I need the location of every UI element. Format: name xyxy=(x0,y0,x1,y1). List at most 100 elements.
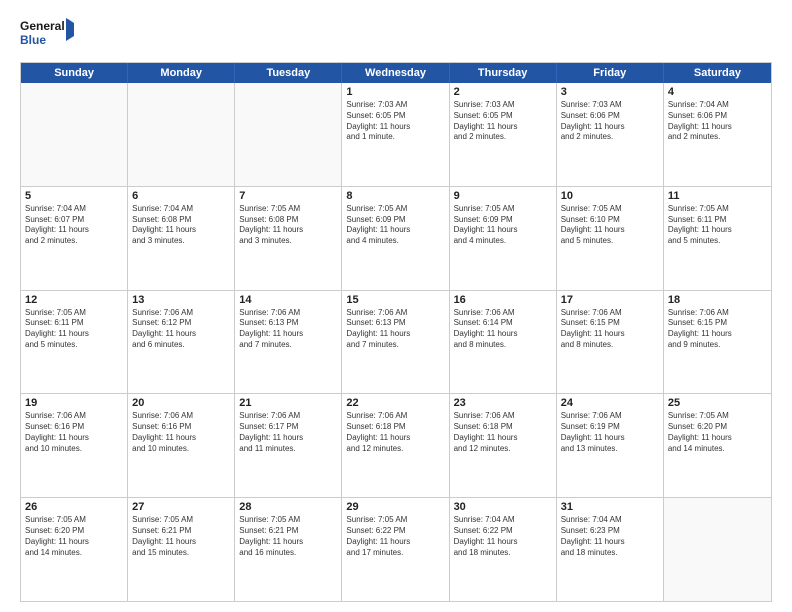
day-cell-20: 20 Sunrise: 7:06 AMSunset: 6:16 PMDayligh… xyxy=(128,394,235,497)
day-cell-28: 28Sunrise: 7:05 AMSunset: 6:21 PMDayligh… xyxy=(235,498,342,601)
cell-info-line: Sunset: 6:19 PM xyxy=(561,422,659,433)
cell-info-line: Sunrise: 7:06 AM xyxy=(668,308,767,319)
cell-info-line: Sunset: 6:22 PM xyxy=(346,526,444,537)
cell-info-line: Sunrise: 7:06 AM xyxy=(454,411,552,422)
day-number: 7 xyxy=(239,190,337,202)
cell-info-line: Sunset: 6:06 PM xyxy=(668,111,767,122)
cell-info-line: Sunset: 6:17 PM xyxy=(239,422,337,433)
cell-info-line: Sunset: 6:15 PM xyxy=(668,318,767,329)
day-number: 4 xyxy=(668,86,767,98)
day-cell-6: 6Sunrise: 7:04 AMSunset: 6:08 PMDaylight… xyxy=(128,187,235,290)
cell-info-line: Daylight: 11 hours xyxy=(346,433,444,444)
cell-info-line: Daylight: 11 hours xyxy=(346,122,444,133)
cell-info-line: Daylight: 11 hours xyxy=(132,225,230,236)
day-number: 19 xyxy=(25,397,123,409)
calendar-week-2: 5Sunrise: 7:04 AMSunset: 6:07 PMDaylight… xyxy=(21,187,771,291)
cell-info-line: Sunset: 6:07 PM xyxy=(25,215,123,226)
cell-info-line: and 8 minutes. xyxy=(561,340,659,351)
day-number: 11 xyxy=(668,190,767,202)
day-cell-10: 10Sunrise: 7:05 AMSunset: 6:10 PMDayligh… xyxy=(557,187,664,290)
cell-info-line: Sunrise: 7:05 AM xyxy=(25,308,123,319)
day-cell-18: 18Sunrise: 7:06 AMSunset: 6:15 PMDayligh… xyxy=(664,291,771,394)
day-cell-7: 7 Sunrise: 7:05 AMSunset: 6:08 PMDaylight… xyxy=(235,187,342,290)
day-cell-25: 25Sunrise: 7:05 AMSunset: 6:20 PMDayligh… xyxy=(664,394,771,497)
day-number: 13 xyxy=(132,294,230,306)
cell-info-line: Sunset: 6:14 PM xyxy=(454,318,552,329)
cell-info-line: Daylight: 11 hours xyxy=(454,537,552,548)
cell-info-line: and 10 minutes. xyxy=(132,444,230,455)
empty-cell xyxy=(21,83,128,186)
cell-info-line: and 7 minutes. xyxy=(346,340,444,351)
day-number: 17 xyxy=(561,294,659,306)
cell-info-line: Sunrise: 7:04 AM xyxy=(561,515,659,526)
cell-info-line: Daylight: 11 hours xyxy=(25,329,123,340)
cell-info-line: Sunrise: 7:05 AM xyxy=(668,411,767,422)
cell-info-line: Sunset: 6:22 PM xyxy=(454,526,552,537)
calendar-week-4: 19Sunrise: 7:06 AMSunset: 6:16 PMDayligh… xyxy=(21,394,771,498)
day-number: 14 xyxy=(239,294,337,306)
cell-info-line: Sunset: 6:05 PM xyxy=(454,111,552,122)
page-header: General Blue xyxy=(20,16,772,52)
cell-info-line: Sunset: 6:16 PM xyxy=(132,422,230,433)
cell-info-line: and 12 minutes. xyxy=(346,444,444,455)
cell-info-line: Sunrise: 7:04 AM xyxy=(454,515,552,526)
svg-text:Blue: Blue xyxy=(20,33,46,47)
day-cell-15: 15Sunrise: 7:06 AMSunset: 6:13 PMDayligh… xyxy=(342,291,449,394)
cell-info-line: and 4 minutes. xyxy=(454,236,552,247)
cell-info-line: Sunset: 6:18 PM xyxy=(346,422,444,433)
cell-info-line: Daylight: 11 hours xyxy=(239,225,337,236)
day-cell-11: 11Sunrise: 7:05 AMSunset: 6:11 PMDayligh… xyxy=(664,187,771,290)
day-number: 5 xyxy=(25,190,123,202)
day-cell-13: 13Sunrise: 7:06 AMSunset: 6:12 PMDayligh… xyxy=(128,291,235,394)
day-number: 24 xyxy=(561,397,659,409)
cell-info-line: Sunset: 6:20 PM xyxy=(25,526,123,537)
header-day-wednesday: Wednesday xyxy=(342,63,449,83)
cell-info-line: Sunset: 6:08 PM xyxy=(239,215,337,226)
cell-info-line: Daylight: 11 hours xyxy=(25,537,123,548)
cell-info-line: Sunrise: 7:06 AM xyxy=(346,308,444,319)
calendar-week-5: 26Sunrise: 7:05 AMSunset: 6:20 PMDayligh… xyxy=(21,498,771,601)
cell-info-line: Sunset: 6:23 PM xyxy=(561,526,659,537)
cell-info-line: Sunrise: 7:05 AM xyxy=(239,204,337,215)
calendar: SundayMondayTuesdayWednesdayThursdayFrid… xyxy=(20,62,772,602)
cell-info-line: and 12 minutes. xyxy=(454,444,552,455)
day-cell-22: 22Sunrise: 7:06 AMSunset: 6:18 PMDayligh… xyxy=(342,394,449,497)
day-number: 12 xyxy=(25,294,123,306)
cell-info-line: and 8 minutes. xyxy=(454,340,552,351)
header-day-sunday: Sunday xyxy=(21,63,128,83)
cell-info-line: Sunrise: 7:04 AM xyxy=(25,204,123,215)
cell-info-line: and 4 minutes. xyxy=(346,236,444,247)
cell-info-line: Sunrise: 7:05 AM xyxy=(346,204,444,215)
day-number: 31 xyxy=(561,501,659,513)
cell-info-line: Daylight: 11 hours xyxy=(132,329,230,340)
day-number: 28 xyxy=(239,501,337,513)
calendar-week-3: 12Sunrise: 7:05 AMSunset: 6:11 PMDayligh… xyxy=(21,291,771,395)
day-cell-9: 9Sunrise: 7:05 AMSunset: 6:09 PMDaylight… xyxy=(450,187,557,290)
cell-info-line: Daylight: 11 hours xyxy=(561,537,659,548)
cell-info-line: and 1 minute. xyxy=(346,132,444,143)
cell-info-line: Sunrise: 7:05 AM xyxy=(454,204,552,215)
header-day-monday: Monday xyxy=(128,63,235,83)
logo: General Blue xyxy=(20,16,75,52)
calendar-header: SundayMondayTuesdayWednesdayThursdayFrid… xyxy=(21,63,771,83)
empty-cell xyxy=(664,498,771,601)
day-number: 21 xyxy=(239,397,337,409)
cell-info-line: and 5 minutes. xyxy=(561,236,659,247)
cell-info-line: Sunset: 6:20 PM xyxy=(668,422,767,433)
day-cell-23: 23Sunrise: 7:06 AMSunset: 6:18 PMDayligh… xyxy=(450,394,557,497)
cell-info-line: Sunrise: 7:06 AM xyxy=(132,411,230,422)
cell-info-line: and 9 minutes. xyxy=(668,340,767,351)
day-number: 20 xyxy=(132,397,230,409)
cell-info-line: Daylight: 11 hours xyxy=(668,122,767,133)
day-number: 16 xyxy=(454,294,552,306)
cell-info-line: Daylight: 11 hours xyxy=(132,433,230,444)
cell-info-line: and 6 minutes. xyxy=(132,340,230,351)
cell-info-line: Sunrise: 7:03 AM xyxy=(346,100,444,111)
day-number: 3 xyxy=(561,86,659,98)
cell-info-line: Sunrise: 7:04 AM xyxy=(132,204,230,215)
day-cell-8: 8Sunrise: 7:05 AMSunset: 6:09 PMDaylight… xyxy=(342,187,449,290)
day-number: 6 xyxy=(132,190,230,202)
calendar-week-1: 1Sunrise: 7:03 AMSunset: 6:05 PMDaylight… xyxy=(21,83,771,187)
cell-info-line: Daylight: 11 hours xyxy=(346,537,444,548)
cell-info-line: Daylight: 11 hours xyxy=(346,225,444,236)
